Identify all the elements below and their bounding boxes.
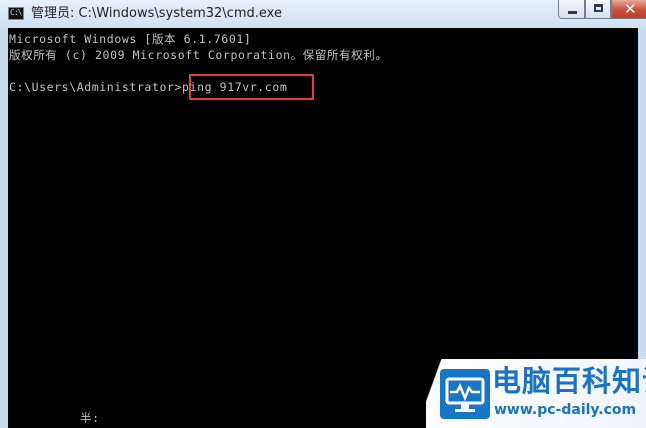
console-version-line: Microsoft Windows [版本 6.1.7601]: [9, 32, 252, 46]
window-title: 管理员: C:\Windows\system32\cmd.exe: [31, 6, 282, 21]
cmd-window: C:\ 管理员: C:\Windows\system32\cmd.exe ✕ M…: [0, 0, 646, 428]
cmd-app-icon-text: C:\: [10, 8, 22, 17]
watermark-site-name: 电脑百科知识: [492, 364, 646, 398]
title-bar[interactable]: C:\ 管理员: C:\Windows\system32\cmd.exe ✕: [0, 0, 646, 28]
monitor-pulse-icon: [440, 369, 490, 419]
maximize-button[interactable]: [585, 0, 611, 19]
cmd-app-icon[interactable]: C:\: [8, 7, 24, 20]
ime-status: 半:: [80, 411, 100, 425]
watermark-site-url: www.pc-daily.com: [494, 402, 637, 418]
maximize-icon: [594, 4, 603, 12]
command-highlight-box: [189, 74, 314, 100]
console-copyright-line: 版权所有 (c) 2009 Microsoft Corporation。保留所有…: [9, 48, 388, 62]
close-icon: ✕: [624, 0, 637, 18]
console-prompt: C:\Users\Administrator>: [9, 80, 183, 94]
minimize-icon: [568, 11, 577, 14]
close-button[interactable]: ✕: [611, 0, 646, 19]
minimize-button[interactable]: [558, 0, 585, 19]
watermark: 电脑百科知识 www.pc-daily.com: [426, 359, 646, 428]
